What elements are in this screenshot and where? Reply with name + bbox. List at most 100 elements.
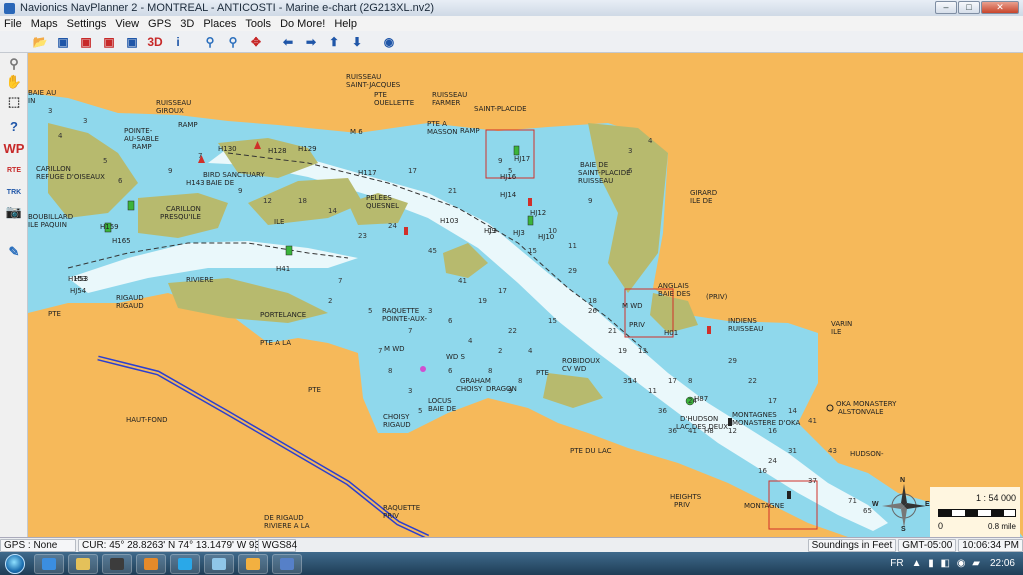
map-label: ALSTONVALE (838, 408, 884, 416)
arrow-up-icon[interactable]: ⬆ (324, 33, 344, 51)
depth-sounding: 15 (548, 317, 557, 325)
depth-sounding: 3 (628, 147, 632, 155)
camera-icon[interactable]: 📷 (4, 203, 24, 221)
route-icon[interactable]: RTE (4, 161, 24, 179)
zoom-fit-icon[interactable]: ✥ (246, 33, 266, 51)
buoy-label: H117 (358, 169, 377, 177)
menu-3d[interactable]: 3D (180, 18, 194, 30)
map-label: GIRARD (690, 189, 717, 197)
menu-tools[interactable]: Tools (245, 18, 271, 30)
compass-s: S (901, 526, 906, 533)
magnifier-icon[interactable]: ⚲ (4, 55, 24, 73)
chart-map[interactable]: BAIE AU IN RUISSEAU GIROUX RAMP POINTE- AU-SAB… (28, 53, 1023, 537)
menu-places[interactable]: Places (203, 18, 236, 30)
taskbar-app-2[interactable] (102, 553, 132, 574)
buoy-label: H128 (268, 147, 287, 155)
print-window-icon[interactable]: ▣ (122, 33, 142, 51)
map-label: RAMP (460, 127, 480, 135)
waypoint-icon[interactable]: WP (4, 139, 25, 157)
menu-view[interactable]: View (115, 18, 139, 30)
media-player-icon (110, 557, 124, 570)
taskbar-app-3[interactable] (136, 553, 166, 574)
tray-icons: ▲ ▮ ◧ ◉ ▰ (911, 558, 982, 569)
select-rect-icon[interactable]: ⬚ (4, 93, 24, 111)
open-folder-icon[interactable]: 📂 (30, 33, 50, 51)
route-window-icon[interactable]: ▣ (53, 33, 73, 51)
hand-pan-icon[interactable]: ✋ (4, 73, 24, 91)
menu-maps[interactable]: Maps (31, 18, 58, 30)
depth-sounding: 18 (588, 297, 597, 305)
track-icon[interactable]: TRK (4, 183, 24, 201)
compass-w: W (872, 501, 879, 508)
map-label: M WD (384, 345, 405, 353)
taskbar-app-6[interactable] (238, 553, 268, 574)
map-label: PELEES (366, 194, 392, 202)
taskbar-app-1[interactable] (68, 553, 98, 574)
menu-settings[interactable]: Settings (67, 18, 107, 30)
info-icon[interactable]: i (168, 33, 188, 51)
menu-file[interactable]: File (4, 18, 22, 30)
depth-sounding: 14 (328, 207, 337, 215)
zoom-out-icon[interactable]: ⚲ (223, 33, 243, 51)
map-label: PTE (48, 310, 61, 318)
taskbar-clock[interactable]: 22:06 (990, 558, 1015, 569)
chart-canvas[interactable]: BAIE AUIN RUISSEAUGIROUXRAMPPOINTE-AU-SAB… (28, 53, 1023, 537)
delete-route-icon[interactable]: ▣ (76, 33, 96, 51)
menu-gps[interactable]: GPS (148, 18, 171, 30)
compass-e: E (925, 501, 930, 508)
menu-do-more[interactable]: Do More! (280, 18, 325, 30)
3d-view-icon[interactable]: 3D (145, 33, 165, 51)
depth-sounding: 71 (848, 497, 857, 505)
close-button[interactable]: ✕ (981, 1, 1019, 14)
map-label: BAIE DE (206, 179, 234, 187)
buoy-label: H41 (276, 265, 290, 273)
depth-sounding: 21 (608, 327, 617, 335)
depth-sounding: 29 (568, 267, 577, 275)
maximize-button[interactable]: □ (958, 1, 980, 14)
map-label: RAQUETTE (383, 504, 420, 512)
map-label: RIVIERE A LA (264, 522, 310, 530)
map-label: PRESQU'ILE (160, 213, 201, 221)
map-label: SAINT-PLACIDE (578, 169, 631, 177)
depth-sounding: 36 (658, 407, 667, 415)
map-label: INDIENS (728, 317, 757, 325)
arrow-left-icon[interactable]: ⬅ (278, 33, 298, 51)
zoom-in-icon[interactable]: ⚲ (200, 33, 220, 51)
depth-sounding: 17 (768, 397, 777, 405)
help-icon[interactable]: ? (4, 117, 24, 135)
buoy-label: H129 (298, 145, 317, 153)
depth-sounding: 7 (338, 277, 342, 285)
depth-sounding: 17 (498, 287, 507, 295)
cursor-position: CUR: 45° 28.8263' N 74° 13.1479' W 93.4 … (78, 538, 288, 552)
pen-icon[interactable]: ✎ (4, 243, 24, 261)
edit-window-icon[interactable]: ▣ (99, 33, 119, 51)
depth-sounding: 36 (668, 427, 677, 435)
arrow-right-icon[interactable]: ➡ (301, 33, 321, 51)
taskbar-app-0[interactable] (34, 553, 64, 574)
depth-sounding: 6 (628, 167, 633, 175)
depth-sounding: 22 (748, 377, 757, 385)
map-label: HUDSON- (850, 450, 884, 458)
email-icon (246, 557, 260, 570)
start-button[interactable] (0, 553, 30, 575)
map-label: PTE A LA (260, 339, 291, 347)
depth-sounding: 5 (418, 407, 422, 415)
globe-icon[interactable]: ◉ (379, 33, 399, 51)
depth-sounding: 7 (378, 347, 382, 355)
map-label: IN (28, 97, 35, 105)
buoy-label: H143 (186, 179, 205, 187)
minimize-button[interactable]: – (935, 1, 957, 14)
depth-sounding: 6 (448, 367, 453, 375)
buoy-label: HJ16 (500, 173, 517, 181)
language-indicator[interactable]: FR (890, 558, 903, 569)
taskbar-app-7[interactable] (272, 553, 302, 574)
menu-help[interactable]: Help (334, 18, 357, 30)
compass-n: N (900, 477, 906, 484)
taskbar-app-5[interactable] (204, 553, 234, 574)
arrow-down-icon[interactable]: ⬇ (347, 33, 367, 51)
map-label: BAIE DES (658, 290, 691, 298)
taskbar-app-4[interactable] (170, 553, 200, 574)
map-label: ILE (831, 328, 841, 336)
map-label: LOCUS (428, 397, 452, 405)
buoy-label: HJ9 (484, 227, 496, 235)
